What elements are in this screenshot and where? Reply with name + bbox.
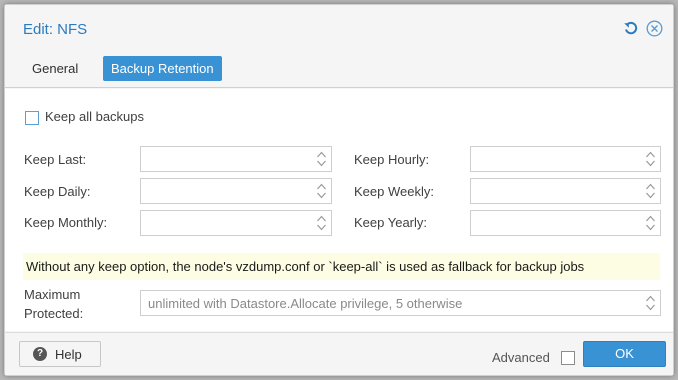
- advanced-label: Advanced: [492, 350, 550, 365]
- spinner-icon[interactable]: [316, 182, 327, 200]
- edit-dialog: Edit: NFS General Backup Retention Keep …: [4, 4, 674, 376]
- help-button[interactable]: ? Help: [19, 341, 101, 367]
- spinner-icon[interactable]: [316, 150, 327, 168]
- keep-hourly-input[interactable]: [470, 146, 661, 172]
- advanced-checkbox[interactable]: [561, 351, 575, 365]
- keep-weekly-label: Keep Weekly:: [354, 184, 434, 199]
- keep-yearly-label: Keep Yearly:: [354, 215, 428, 230]
- keep-last-input[interactable]: [140, 146, 332, 172]
- tab-general[interactable]: General: [24, 56, 86, 81]
- dialog-footer: ? Help Advanced OK: [5, 332, 673, 375]
- keep-monthly-input[interactable]: [140, 210, 332, 236]
- dialog-header: Edit: NFS: [5, 5, 673, 50]
- retention-panel: Keep all backups Keep Last: Keep Hourly:…: [5, 89, 673, 331]
- ok-button[interactable]: OK: [583, 341, 666, 367]
- spinner-icon[interactable]: [645, 150, 656, 168]
- keep-monthly-label: Keep Monthly:: [24, 215, 108, 230]
- keep-daily-input[interactable]: [140, 178, 332, 204]
- keep-all-checkbox[interactable]: [25, 111, 39, 125]
- undo-icon[interactable]: [622, 19, 640, 37]
- keep-daily-label: Keep Daily:: [24, 184, 91, 199]
- dialog-title: Edit: NFS: [23, 21, 88, 38]
- max-protected-placeholder: unlimited with Datastore.Allocate privil…: [148, 296, 463, 311]
- fallback-notice: Without any keep option, the node's vzdu…: [23, 253, 660, 280]
- max-protected-label-line1: Maximum: [24, 287, 81, 302]
- tab-backup-retention[interactable]: Backup Retention: [103, 56, 222, 81]
- max-protected-input[interactable]: unlimited with Datastore.Allocate privil…: [140, 290, 661, 316]
- keep-hourly-label: Keep Hourly:: [354, 152, 430, 167]
- spinner-icon[interactable]: [645, 294, 656, 312]
- tab-bar: General Backup Retention: [5, 50, 673, 88]
- spinner-icon[interactable]: [645, 182, 656, 200]
- keep-yearly-input[interactable]: [470, 210, 661, 236]
- keep-all-label: Keep all backups: [45, 109, 145, 124]
- keep-last-label: Keep Last:: [24, 152, 87, 167]
- keep-weekly-input[interactable]: [470, 178, 661, 204]
- max-protected-label-line2: Protected:: [24, 306, 84, 321]
- spinner-icon[interactable]: [316, 214, 327, 232]
- help-button-label: Help: [55, 347, 82, 362]
- question-icon: ?: [33, 347, 47, 361]
- close-icon[interactable]: [645, 19, 663, 37]
- spinner-icon[interactable]: [645, 214, 656, 232]
